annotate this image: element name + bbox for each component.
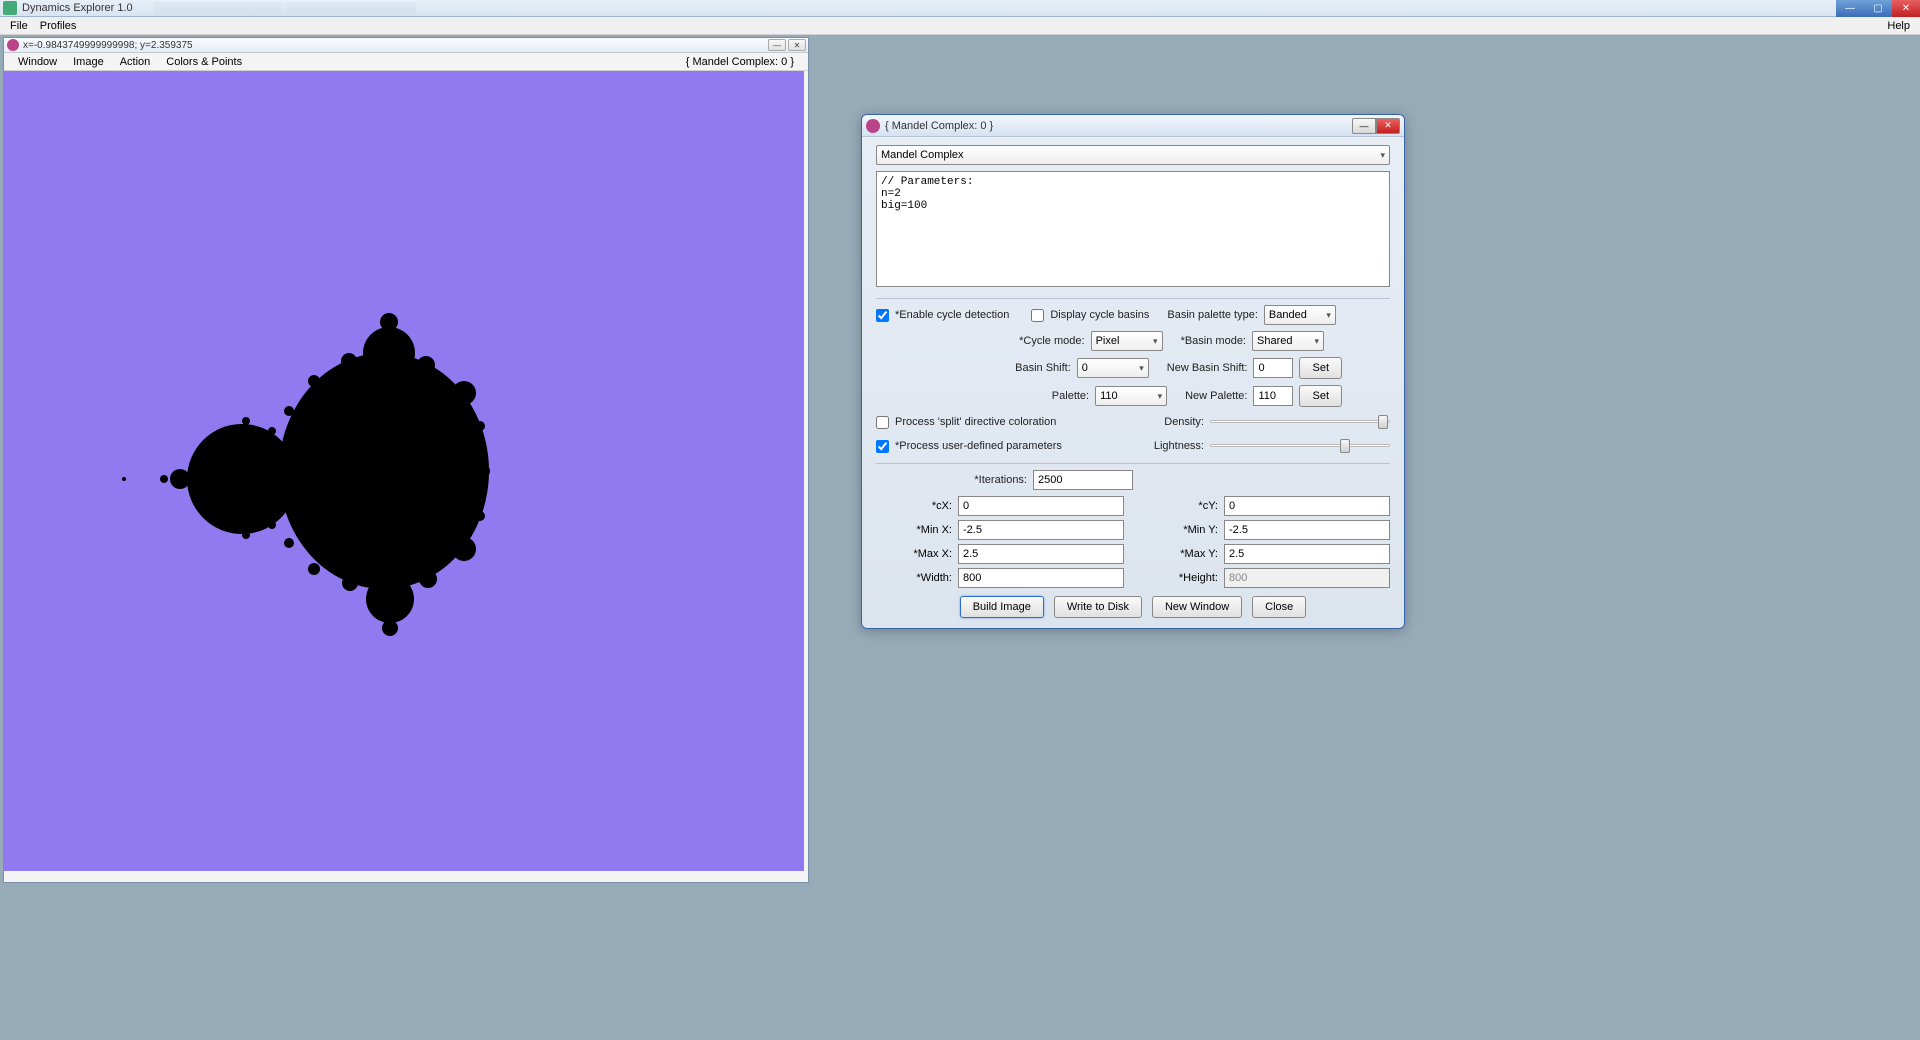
new-basin-shift-input[interactable] — [1253, 358, 1293, 378]
minx-label: *Min X: — [876, 524, 952, 536]
basin-mode-select[interactable]: Shared — [1252, 331, 1324, 351]
palette-select[interactable]: 110 — [1095, 386, 1167, 406]
fractal-menubar: Window Image Action Colors & Points { Ma… — [4, 53, 808, 71]
window-minimize-button[interactable]: — — [1836, 0, 1864, 17]
fractal-canvas[interactable] — [4, 71, 804, 871]
build-image-button[interactable]: Build Image — [960, 596, 1044, 618]
lightness-slider[interactable] — [1210, 437, 1390, 455]
close-button[interactable]: Close — [1252, 596, 1306, 618]
subwin-close-button[interactable]: ✕ — [788, 39, 806, 51]
new-palette-input[interactable] — [1253, 386, 1293, 406]
java-icon — [7, 39, 19, 51]
user-params-checkbox[interactable] — [876, 440, 889, 453]
maxx-label: *Max X: — [876, 548, 952, 560]
menu-window[interactable]: Window — [10, 56, 65, 68]
fractal-window: x=-0.9843749999999998; y=2.359375 — ✕ Wi… — [3, 37, 809, 883]
menu-profiles[interactable]: Profiles — [34, 20, 83, 32]
dialog-titlebar[interactable]: { Mandel Complex: 0 } — ✕ — [862, 115, 1404, 137]
menu-image[interactable]: Image — [65, 56, 112, 68]
system-select[interactable]: Mandel Complex — [876, 145, 1390, 165]
cx-input[interactable] — [958, 496, 1124, 516]
density-slider[interactable] — [1210, 413, 1390, 431]
menu-help[interactable]: Help — [1881, 20, 1916, 32]
menu-file[interactable]: File — [4, 20, 34, 32]
minx-input[interactable] — [958, 520, 1124, 540]
basin-palette-label: Basin palette type: — [1167, 309, 1258, 321]
cx-label: *cX: — [876, 500, 952, 512]
maxx-input[interactable] — [958, 544, 1124, 564]
main-menubar: File Profiles Help — [0, 17, 1920, 35]
new-window-button[interactable]: New Window — [1152, 596, 1242, 618]
set-palette-button[interactable]: Set — [1299, 385, 1342, 407]
maxy-label: *Max Y: — [1142, 548, 1218, 560]
parameters-textarea[interactable]: // Parameters: n=2 big=100 — [876, 171, 1390, 287]
java-icon — [866, 119, 880, 133]
density-label: Density: — [1164, 416, 1204, 428]
iterations-input[interactable] — [1033, 470, 1133, 490]
enable-cycle-label: *Enable cycle detection — [895, 309, 1009, 321]
width-label: *Width: — [876, 572, 952, 584]
dialog-title: { Mandel Complex: 0 } — [885, 120, 993, 132]
workspace: x=-0.9843749999999998; y=2.359375 — ✕ Wi… — [0, 35, 1920, 1040]
new-palette-label: New Palette: — [1185, 390, 1247, 402]
iterations-label: *Iterations: — [927, 474, 1027, 486]
cursor-coords: x=-0.9843749999999998; y=2.359375 — [23, 40, 193, 51]
cy-input[interactable] — [1224, 496, 1390, 516]
dialog-minimize-button[interactable]: — — [1352, 118, 1376, 134]
height-input[interactable] — [1224, 568, 1390, 588]
params-dialog: { Mandel Complex: 0 } — ✕ Mandel Complex… — [861, 114, 1405, 629]
display-cycle-basins-checkbox[interactable] — [1031, 309, 1044, 322]
app-titlebar: Dynamics Explorer 1.0 — ▢ ✕ — [0, 0, 1920, 17]
user-params-label: *Process user-defined parameters — [895, 440, 1062, 452]
palette-label: Palette: — [1052, 390, 1089, 402]
new-basin-shift-label: New Basin Shift: — [1167, 362, 1248, 374]
system-select-value: Mandel Complex — [881, 149, 964, 161]
bg-tasks — [153, 2, 416, 15]
menu-colors-points[interactable]: Colors & Points — [158, 56, 250, 68]
fractal-window-titlebar[interactable]: x=-0.9843749999999998; y=2.359375 — ✕ — [4, 38, 808, 53]
mandelbrot-icon — [4, 71, 804, 871]
basin-shift-select[interactable]: 0 — [1077, 358, 1149, 378]
height-label: *Height: — [1142, 572, 1218, 584]
set-basin-shift-button[interactable]: Set — [1299, 357, 1342, 379]
width-input[interactable] — [958, 568, 1124, 588]
basin-palette-select[interactable]: Banded — [1264, 305, 1336, 325]
miny-input[interactable] — [1224, 520, 1390, 540]
basin-shift-label: Basin Shift: — [1015, 362, 1071, 374]
cycle-mode-select[interactable]: Pixel — [1091, 331, 1163, 351]
cycle-mode-label: *Cycle mode: — [1019, 335, 1084, 347]
subwin-minimize-button[interactable]: — — [768, 39, 786, 51]
write-to-disk-button[interactable]: Write to Disk — [1054, 596, 1142, 618]
app-icon — [3, 1, 17, 15]
enable-cycle-checkbox[interactable] — [876, 309, 889, 322]
dialog-close-button[interactable]: ✕ — [1376, 118, 1400, 134]
basin-mode-label: *Basin mode: — [1181, 335, 1246, 347]
window-maximize-button[interactable]: ▢ — [1864, 0, 1892, 17]
app-title: Dynamics Explorer 1.0 — [22, 2, 133, 14]
display-cycle-label: Display cycle basins — [1050, 309, 1149, 321]
miny-label: *Min Y: — [1142, 524, 1218, 536]
split-directive-label: Process 'split' directive coloration — [895, 416, 1056, 428]
window-close-button[interactable]: ✕ — [1892, 0, 1920, 17]
maxy-input[interactable] — [1224, 544, 1390, 564]
cy-label: *cY: — [1142, 500, 1218, 512]
lightness-label: Lightness: — [1154, 440, 1204, 452]
menu-action[interactable]: Action — [112, 56, 159, 68]
fractal-name-label: { Mandel Complex: 0 } — [678, 56, 802, 68]
split-directive-checkbox[interactable] — [876, 416, 889, 429]
